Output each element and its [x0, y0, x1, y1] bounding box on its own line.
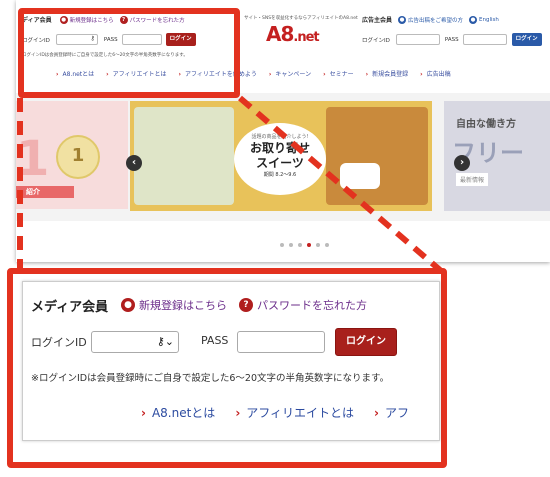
english-link[interactable]: English — [479, 17, 499, 23]
zoom-nav-item[interactable]: › アフ — [374, 404, 409, 421]
user-icon: ● — [121, 298, 135, 312]
zoom-login-button[interactable]: ログイン — [335, 328, 397, 356]
adv-login-id-label: ログインID — [362, 37, 390, 44]
advertiser-header: 広告主会員 ● 広告出稿をご希望の方 ● English — [362, 15, 499, 24]
carousel-dot[interactable] — [289, 243, 293, 247]
nav-item[interactable]: › セミナー — [323, 69, 354, 78]
zoomed-login-panel: メディア会員 ● 新規登録はこちら ? パスワードを忘れた方 ログインID ⚷⌄… — [22, 281, 440, 441]
zoom-pass-input[interactable] — [237, 331, 325, 353]
adv-pass-label: PASS — [444, 36, 459, 43]
adv-login-id-input[interactable] — [395, 34, 440, 45]
zoom-forgot-password-link[interactable]: ? パスワードを忘れた方 — [239, 297, 367, 313]
carousel-dot[interactable] — [280, 243, 284, 247]
zoom-login-id-input[interactable]: ⚷⌄ — [91, 331, 179, 353]
zoom-register-label: 新規登録はこちら — [139, 299, 227, 312]
carousel-dot[interactable] — [298, 243, 302, 247]
globe-icon: ● — [469, 15, 478, 24]
advertiser-icon: ● — [398, 15, 407, 24]
advertiser-link[interactable]: 広告出稿をご希望の方 — [408, 16, 463, 24]
advertiser-title: 広告主会員 — [362, 17, 393, 24]
adv-login-button[interactable]: ログイン — [511, 33, 542, 46]
carousel-dots — [280, 243, 329, 247]
zoom-login-note: ※ログインIDは会員登録時にご自身で設定した6〜20文字の半角英数字になります。 — [31, 373, 390, 384]
zoom-nav: › A8.netとは › アフィリエイトとは › アフ — [141, 404, 409, 421]
zoom-pass-label: PASS — [201, 334, 229, 347]
adv-pass-input[interactable] — [462, 34, 507, 45]
advertiser-login-row: ログインID PASS ログイン — [362, 33, 542, 46]
prev-arrow-icon[interactable]: ‹ — [126, 155, 142, 171]
nav-item[interactable]: › キャンペーン — [269, 69, 311, 78]
slide-caption: 話題の商品を紹介しよう! お取り寄せ スイーツ 期間 8.2〜9.6 — [234, 123, 326, 195]
carousel-dot[interactable] — [316, 243, 320, 247]
zoom-nav-item[interactable]: › アフィリエイトとは — [235, 404, 354, 421]
carousel-dot[interactable] — [325, 243, 329, 247]
cake-image — [326, 107, 428, 205]
a8-logo[interactable]: A8.net — [266, 22, 320, 46]
pudding-image — [340, 163, 380, 189]
carousel-dot-active[interactable] — [307, 243, 311, 247]
nav-item[interactable]: › 新規会員登録 — [366, 69, 409, 78]
rank-badge-icon: 1 — [56, 135, 100, 179]
site-tagline: サイト・SNSを収益化するならアフィリエイトのA8.net — [244, 16, 358, 21]
banner-carousel: 1 1 紹介 話題の商品を紹介しよう! お取り寄せ スイーツ 期間 8.2〜9.… — [16, 93, 550, 221]
zoom-forgot-label: パスワードを忘れた方 — [257, 299, 367, 312]
highlight-box-small — [18, 8, 240, 98]
slide-number: 1 — [16, 131, 50, 187]
zoom-media-member-title: メディア会員 — [31, 300, 109, 315]
banner-slide-left[interactable]: 1 1 紹介 — [16, 101, 128, 209]
slide-right-title: 自由な働き方 — [456, 119, 516, 130]
next-arrow-icon[interactable]: › — [454, 155, 470, 171]
zoom-register-link[interactable]: ● 新規登録はこちら — [121, 297, 227, 313]
question-icon: ? — [239, 298, 253, 312]
slide-right-sub: 最新情報 — [456, 173, 489, 186]
slide-intro-label: 紹介 — [16, 186, 74, 198]
zoom-login-id-label: ログインID — [31, 336, 87, 349]
nav-item[interactable]: › 広告出稿 — [420, 69, 451, 78]
sweets-image — [134, 107, 234, 205]
key-dropdown-icon[interactable]: ⚷⌄ — [157, 335, 174, 348]
banner-slide-sweets[interactable]: 話題の商品を紹介しよう! お取り寄せ スイーツ 期間 8.2〜9.6 — [130, 101, 432, 211]
zoom-nav-item[interactable]: › A8.netとは — [141, 404, 215, 421]
